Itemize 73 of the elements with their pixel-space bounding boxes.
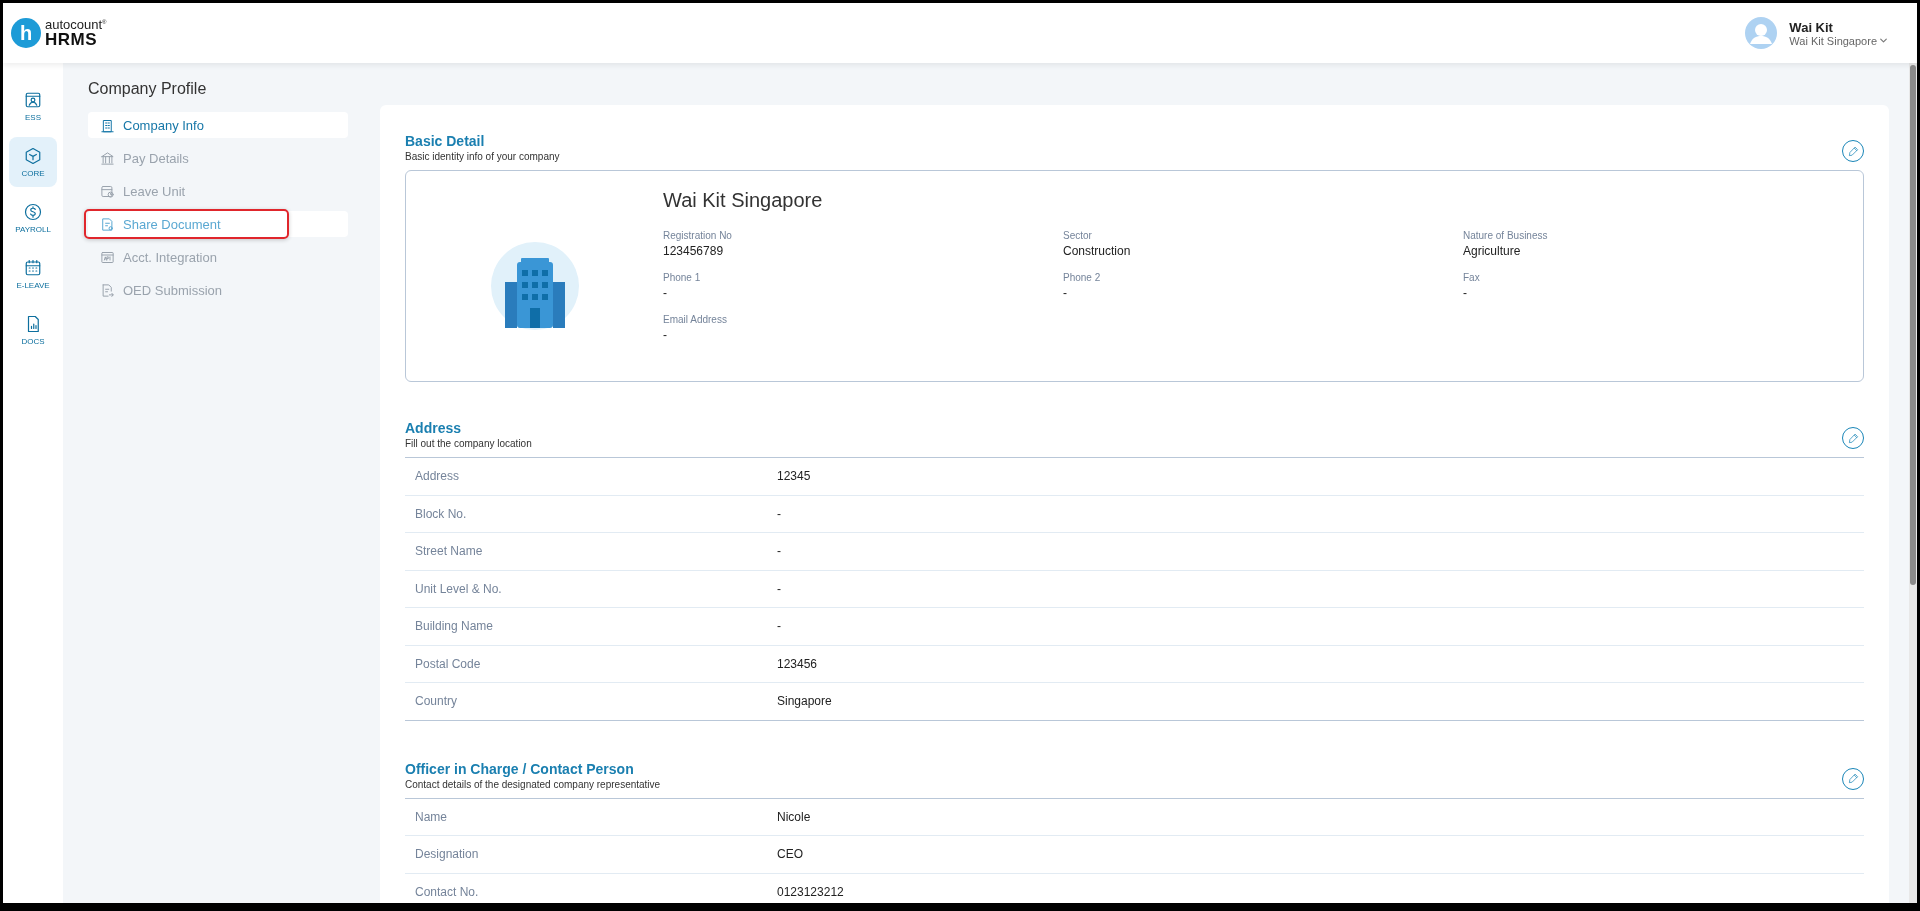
row-value: -	[777, 506, 781, 521]
row-value: -	[777, 544, 781, 559]
row-value: 12345	[777, 469, 811, 484]
edit-button[interactable]	[1842, 427, 1864, 449]
building-icon	[100, 117, 115, 133]
document-share-icon	[100, 216, 115, 232]
field-label: Nature of Business	[1463, 230, 1549, 241]
logo-product-text: HRMS	[45, 31, 99, 48]
row-label: Country	[415, 694, 459, 709]
logo-mark: h	[11, 18, 41, 48]
page-title: Company Profile	[88, 79, 208, 99]
field-value: -	[663, 286, 668, 300]
field-value: Construction	[1063, 244, 1132, 258]
rail-item[interactable]: DOCS	[9, 305, 57, 355]
row-value: -	[777, 619, 781, 634]
row-label: Designation	[415, 847, 480, 862]
field-value: 123456789	[663, 244, 725, 258]
row-value: -	[777, 581, 781, 596]
row-label: Postal Code	[415, 656, 482, 671]
field-label: Fax	[1463, 272, 1481, 283]
bank-icon	[100, 150, 115, 166]
row-label: Address	[415, 469, 461, 484]
row-value: Nicole	[777, 809, 811, 824]
user-name: Wai Kit	[1789, 19, 1834, 35]
edit-button[interactable]	[1842, 767, 1864, 790]
rail-item[interactable]: ESS	[9, 81, 57, 131]
cube-icon	[24, 146, 42, 165]
rail-item[interactable]: CORE	[9, 137, 57, 187]
section-title: Officer in Charge / Contact Person	[405, 760, 635, 777]
nav-item[interactable]: Company Info	[88, 112, 348, 138]
calendar-icon	[24, 258, 42, 277]
logo-brand-text: autocount$^{®}$	[45, 18, 107, 31]
company-switcher[interactable]: Wai Kit Singapore	[1789, 34, 1887, 47]
rail-item[interactable]: PAYROLL	[9, 193, 57, 243]
row-value: Singapore	[777, 694, 832, 709]
row-value: 123456	[777, 656, 818, 671]
dollar-icon	[24, 202, 42, 221]
pencil-icon	[1847, 773, 1859, 784]
field-value: -	[1063, 286, 1068, 300]
section-subtitle: Fill out the company location	[405, 438, 532, 449]
row-value: CEO	[777, 847, 803, 862]
section-title: Basic Detail	[405, 133, 486, 149]
row-label: Street Name	[415, 544, 484, 559]
building-icon	[490, 242, 579, 330]
field-label: Registration No	[663, 230, 733, 241]
edit-button[interactable]	[1842, 140, 1864, 162]
field-value: -	[663, 328, 668, 342]
row-label: Unit Level & No.	[415, 581, 503, 596]
field-value: Agriculture	[1463, 244, 1522, 258]
scrollbar[interactable]	[1909, 63, 1917, 903]
rail-item[interactable]: E-LEAVE	[9, 249, 57, 299]
field-label: Phone 1	[663, 272, 702, 283]
row-label: Building Name	[415, 619, 495, 634]
person-card-icon	[24, 90, 42, 109]
section-subtitle: Basic identity info of your company	[405, 151, 560, 162]
field-value: -	[1463, 286, 1468, 300]
avatar-icon	[1745, 17, 1778, 49]
row-value: 0123123212	[777, 884, 844, 899]
field-label: Sector	[1063, 230, 1093, 241]
field-label: Email Address	[663, 314, 728, 325]
section-subtitle: Contact details of the designated company representative	[405, 778, 661, 790]
company-name: Wai Kit Singapore	[663, 189, 824, 212]
pencil-icon	[1847, 145, 1859, 157]
row-label: Name	[415, 809, 448, 824]
section-title: Address	[405, 420, 463, 436]
field-label: Phone 2	[1063, 272, 1102, 283]
row-label: Block No.	[415, 506, 468, 521]
caret-icon	[1880, 38, 1887, 43]
row-label: Contact No.	[415, 884, 480, 899]
document-arrow-icon	[100, 282, 115, 298]
pencil-icon	[1847, 432, 1859, 444]
calendar-clock-icon	[100, 183, 115, 199]
api-window-icon	[100, 249, 115, 265]
